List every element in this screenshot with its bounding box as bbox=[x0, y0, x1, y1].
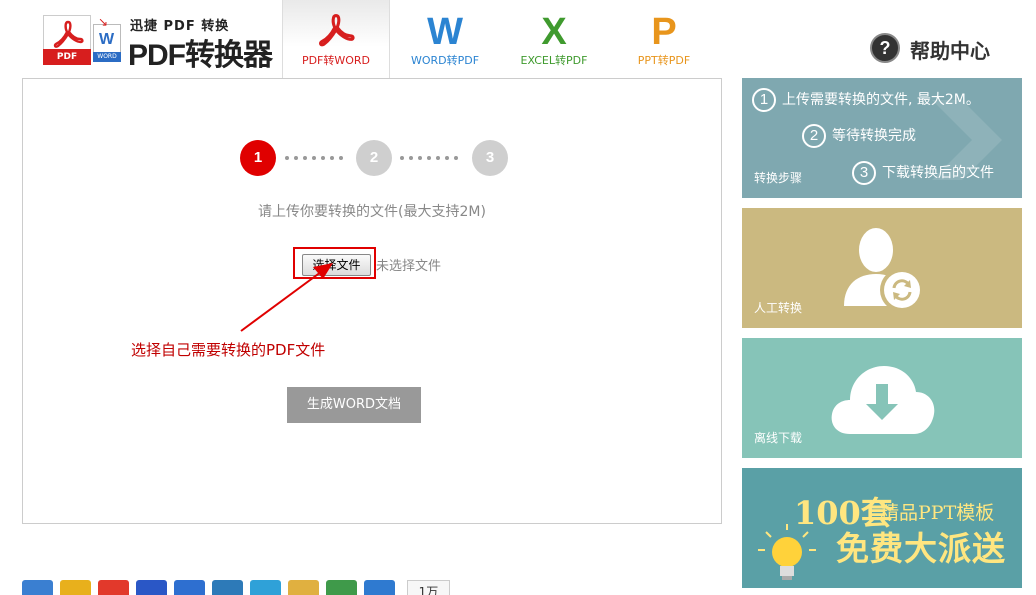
offline-card-label: 离线下载 bbox=[754, 431, 803, 445]
bookmark-share-icon[interactable] bbox=[174, 580, 205, 595]
star-share-icon[interactable] bbox=[60, 580, 91, 595]
upload-panel: 1 2 3 请上传你要转换的文件(最大支持2M) 选择文件 未选择文件 选择自己… bbox=[22, 78, 722, 524]
step-text: 上传需要转换的文件, 最大2M。 bbox=[782, 92, 980, 108]
step-text: 等待转换完成 bbox=[832, 128, 916, 144]
app-logo[interactable]: PDF ↘ W WORD 迅捷 PDF 转换 PDF转换器 bbox=[40, 10, 280, 72]
step-text: 下载转换后的文件 bbox=[882, 165, 994, 181]
tab-label: PPT转PDF bbox=[637, 54, 691, 67]
help-icon: ? bbox=[870, 33, 900, 63]
tab-label: WORD转PDF bbox=[410, 54, 480, 67]
step-3-indicator: 3 bbox=[472, 140, 508, 176]
pdf-badge: PDF bbox=[43, 49, 91, 65]
douban-share-icon[interactable] bbox=[326, 580, 357, 595]
word-letter: W bbox=[99, 31, 115, 48]
excel-icon: X bbox=[541, 11, 567, 53]
word-file-icon: ↘ W WORD bbox=[93, 15, 121, 62]
qq-share-icon[interactable] bbox=[288, 580, 319, 595]
file-status: 未选择文件 bbox=[376, 259, 442, 274]
word-icon: W bbox=[427, 11, 463, 53]
step-connector bbox=[285, 156, 343, 160]
logo-title: PDF转换器 bbox=[128, 39, 273, 72]
mail-share-icon[interactable] bbox=[212, 580, 243, 595]
tab-word-to-pdf[interactable]: W WORD转PDF bbox=[391, 0, 499, 78]
share-count: 1万 bbox=[407, 580, 450, 595]
help-center-label: 帮助中心 bbox=[910, 39, 990, 63]
tab-excel-to-pdf[interactable]: X EXCEL转PDF bbox=[500, 0, 608, 78]
offline-download-card[interactable]: 离线下载 bbox=[742, 338, 1022, 458]
tab-label: PDF转WORD bbox=[301, 54, 371, 67]
ppt-template-promo-banner[interactable]: 100套 精品PPT模板 免费大派送 bbox=[742, 468, 1022, 588]
more-share-icon[interactable] bbox=[364, 580, 395, 595]
step-1-indicator: 1 bbox=[240, 140, 276, 176]
manual-conversion-card[interactable]: 人工转换 bbox=[742, 208, 1022, 328]
sidebar-step-2: 2 等待转换完成 bbox=[802, 124, 916, 148]
help-center-link[interactable]: ? 帮助中心 bbox=[870, 33, 1002, 63]
sidebar-step-1: 1 上传需要转换的文件, 最大2M。 bbox=[752, 88, 980, 112]
renren-share-icon[interactable] bbox=[250, 580, 281, 595]
share-bar bbox=[22, 580, 395, 595]
step-connector bbox=[400, 156, 458, 160]
steps-card-label: 转换步骤 bbox=[754, 171, 803, 185]
sidebar-step-3: 3 下载转换后的文件 bbox=[852, 161, 994, 185]
manual-card-label: 人工转换 bbox=[754, 301, 803, 315]
ppt-icon: P bbox=[651, 11, 677, 53]
generate-word-button[interactable]: 生成WORD文档 bbox=[287, 387, 421, 423]
tab-label: EXCEL转PDF bbox=[520, 54, 588, 67]
pdf-file-icon: PDF bbox=[43, 15, 91, 65]
step-number: 1 bbox=[752, 88, 776, 112]
word-badge: WORD bbox=[93, 52, 121, 62]
promo-headline: 免费大派送 bbox=[836, 529, 1006, 568]
step-2-indicator: 2 bbox=[356, 140, 392, 176]
step-number: 2 bbox=[802, 124, 826, 148]
cloud-download-icon bbox=[831, 366, 935, 434]
convert-arrow-icon: ↘ bbox=[98, 15, 109, 29]
pdf-acrobat-icon bbox=[283, 12, 389, 52]
person-refresh-icon bbox=[844, 228, 924, 312]
upload-hint: 请上传你要转换的文件(最大支持2M) bbox=[258, 204, 486, 220]
annotation-text: 选择自己需要转换的PDF文件 bbox=[131, 341, 326, 359]
baidu-share-icon[interactable] bbox=[136, 580, 167, 595]
tab-ppt-to-pdf[interactable]: P PPT转PDF bbox=[610, 0, 718, 78]
share-icon[interactable] bbox=[22, 580, 53, 595]
conversion-steps-card[interactable]: 1 上传需要转换的文件, 最大2M。 2 等待转换完成 3 下载转换后的文件 转换步骤 bbox=[742, 78, 1022, 198]
tab-pdf-to-word[interactable]: PDF转WORD bbox=[282, 0, 390, 78]
weibo-share-icon[interactable] bbox=[98, 580, 129, 595]
step-number: 3 bbox=[852, 161, 876, 185]
promo-subtitle: 精品PPT模板 bbox=[880, 502, 995, 524]
annotation-arrow-icon bbox=[240, 263, 333, 332]
